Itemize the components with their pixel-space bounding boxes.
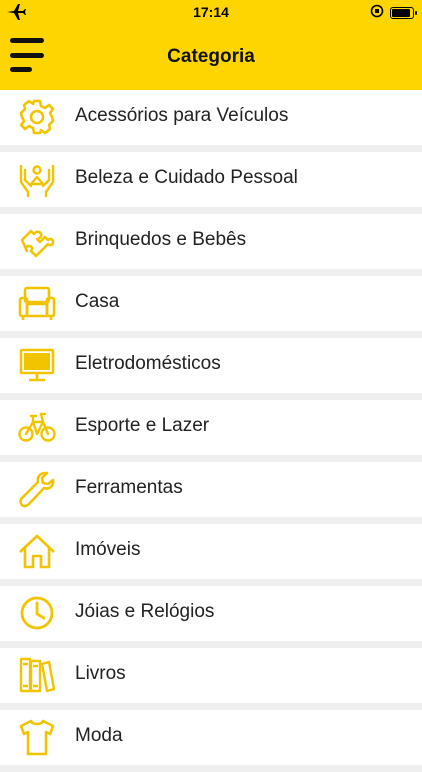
monitor-icon <box>18 346 56 384</box>
category-row-imoveis[interactable]: Imóveis <box>0 524 422 579</box>
house-icon <box>18 532 56 570</box>
category-label: Brinquedos e Bebês <box>75 229 247 250</box>
category-label: Eletrodomésticos <box>75 353 221 374</box>
battery-icon <box>390 6 417 19</box>
clock-icon <box>18 594 56 632</box>
category-label: Acessórios para Veículos <box>75 105 289 126</box>
category-row-brinquedos[interactable]: Brinquedos e Bebês <box>0 214 422 269</box>
armchair-icon <box>18 284 56 322</box>
category-label: Livros <box>75 663 126 684</box>
category-label: Esporte e Lazer <box>75 415 210 436</box>
bicycle-icon <box>18 408 56 446</box>
airplane-icon <box>6 3 26 24</box>
category-label: Casa <box>75 291 120 312</box>
category-row-ferramentas[interactable]: Ferramentas <box>0 462 422 517</box>
books-icon <box>18 656 56 694</box>
tshirt-icon <box>18 718 56 756</box>
category-label: Beleza e Cuidado Pessoal <box>75 167 298 188</box>
category-row-livros[interactable]: Livros <box>0 648 422 703</box>
wrench-icon <box>18 470 56 508</box>
category-row-joias[interactable]: Jóias e Relógios <box>0 586 422 641</box>
page-title: Categoria <box>167 46 255 67</box>
category-row-moda[interactable]: Moda <box>0 710 422 765</box>
hands-person-icon <box>18 160 56 198</box>
hamburger-menu-button[interactable] <box>10 38 48 72</box>
category-row-casa[interactable]: Casa <box>0 276 422 331</box>
status-bar: 17:14 <box>0 0 422 24</box>
category-label: Jóias e Relógios <box>75 601 215 622</box>
orientation-lock-icon <box>370 4 384 21</box>
category-label: Moda <box>75 725 123 746</box>
category-label: Imóveis <box>75 539 141 560</box>
category-row-eletrodomesticos[interactable]: Eletrodomésticos <box>0 338 422 393</box>
category-row-acessorios[interactable]: Acessórios para Veículos <box>0 90 422 145</box>
category-row-beleza[interactable]: Beleza e Cuidado Pessoal <box>0 152 422 207</box>
category-label: Ferramentas <box>75 477 183 498</box>
navigation-bar: Categoria <box>0 24 422 90</box>
status-right <box>370 4 417 21</box>
category-list: Acessórios para Veículos Beleza e Cuidad… <box>0 90 422 772</box>
gear-icon <box>18 98 56 136</box>
status-time: 17:14 <box>193 4 229 20</box>
category-row-esporte[interactable]: Esporte e Lazer <box>0 400 422 455</box>
puzzle-icon <box>18 222 56 260</box>
